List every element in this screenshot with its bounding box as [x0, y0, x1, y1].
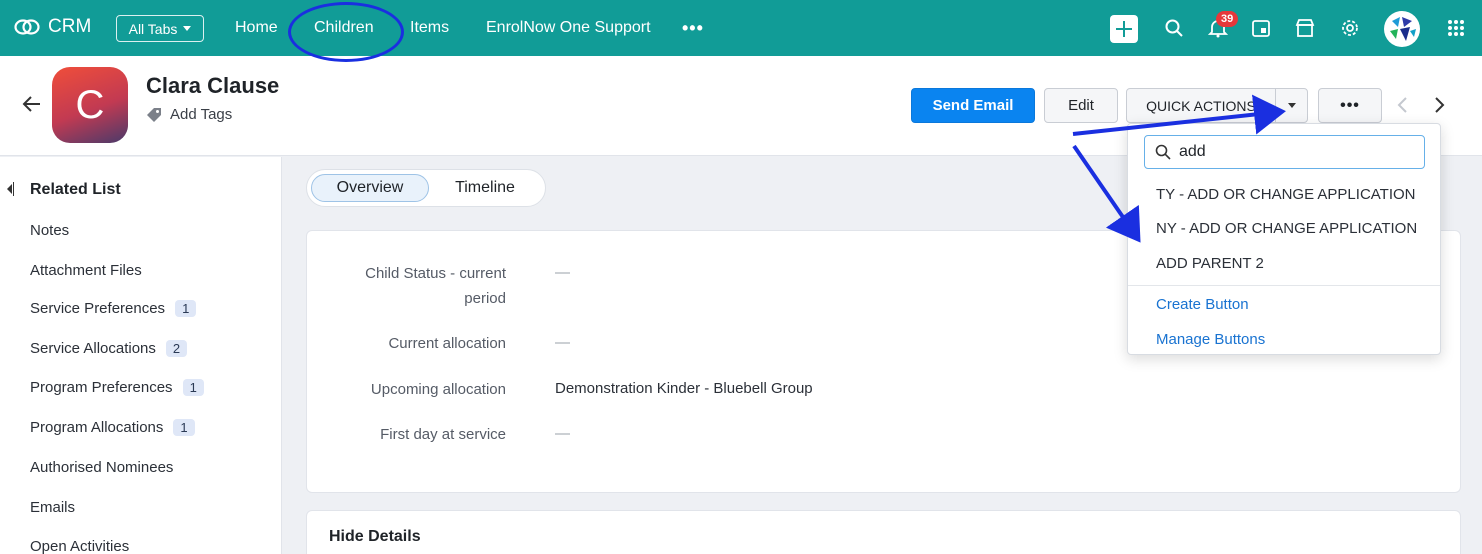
related-list-heading: Related List — [30, 181, 121, 198]
send-email-button[interactable]: Send Email — [911, 88, 1035, 123]
field-value-child-status[interactable]: — — [555, 264, 570, 281]
field-label-child-status: Child Status - current period — [306, 261, 506, 311]
record-avatar: C — [52, 67, 128, 143]
quick-actions-search-input[interactable]: add — [1144, 135, 1425, 169]
quick-actions-menu: add TY - ADD OR CHANGE APPLICATION NY - … — [1127, 123, 1441, 355]
calendar-icon[interactable] — [1247, 14, 1275, 42]
manage-buttons-link[interactable]: Manage Buttons — [1156, 331, 1265, 348]
quick-actions-button[interactable]: QUICK ACTIONS — [1126, 88, 1276, 123]
count-badge: 1 — [175, 300, 197, 317]
collapse-sidebar-icon[interactable] — [6, 181, 14, 197]
menu-item-ny-add-change-application[interactable]: NY - ADD OR CHANGE APPLICATION — [1156, 220, 1417, 237]
sidebar-item-service-allocations[interactable]: Service Allocations 2 — [30, 340, 188, 357]
back-arrow-icon[interactable] — [20, 92, 44, 116]
top-navigation-bar: CRM All Tabs Home Children Items EnrolNo… — [0, 0, 1482, 56]
search-value: add — [1179, 143, 1206, 160]
search-icon — [1155, 144, 1171, 160]
field-label-line: Child Status - current — [365, 265, 506, 282]
annotation-circle — [288, 2, 404, 62]
create-new-button[interactable] — [1110, 15, 1138, 43]
previous-record-icon[interactable] — [1394, 96, 1412, 114]
sidebar-item-label: Program Allocations — [30, 419, 164, 436]
marketplace-icon[interactable] — [1291, 14, 1319, 42]
next-record-icon[interactable] — [1430, 96, 1448, 114]
all-tabs-label: All Tabs — [128, 20, 178, 37]
sidebar-item-label: Open Activities — [30, 538, 130, 554]
view-tabs: Overview Timeline — [306, 169, 546, 207]
sidebar-item-program-allocations[interactable]: Program Allocations 1 — [30, 419, 195, 436]
sidebar-item-open-activities[interactable]: Open Activities — [30, 538, 129, 554]
all-tabs-dropdown[interactable]: All Tabs — [116, 15, 204, 42]
sidebar-item-label: Notes — [30, 222, 70, 239]
sidebar-item-label: Service Preferences — [30, 300, 166, 317]
add-tags-label: Add Tags — [170, 106, 233, 123]
tab-timeline[interactable]: Timeline — [435, 174, 535, 202]
menu-divider — [1128, 285, 1440, 286]
sidebar-item-program-preferences[interactable]: Program Preferences 1 — [30, 379, 204, 396]
hide-details-section: Hide Details — [306, 510, 1461, 554]
sidebar-item-label: Service Allocations — [30, 340, 156, 357]
apps-grid-icon[interactable] — [1442, 14, 1470, 42]
count-badge: 2 — [165, 340, 188, 357]
chevron-down-icon — [1287, 103, 1296, 108]
count-badge: 1 — [182, 379, 204, 396]
sidebar-item-service-preferences[interactable]: Service Preferences 1 — [30, 300, 197, 317]
sidebar-item-label: Attachment Files — [30, 262, 142, 279]
nav-items[interactable]: Items — [410, 19, 449, 37]
tab-overview[interactable]: Overview — [311, 174, 429, 202]
crm-logo[interactable]: CRM — [14, 14, 91, 40]
menu-item-add-parent-2[interactable]: ADD PARENT 2 — [1156, 255, 1264, 272]
nav-enrolnow-support[interactable]: EnrolNow One Support — [486, 19, 651, 37]
field-value-current-allocation[interactable]: — — [555, 334, 570, 351]
quick-actions-dropdown-toggle[interactable] — [1275, 88, 1308, 123]
user-avatar[interactable] — [1384, 11, 1420, 47]
chevron-down-icon — [183, 26, 192, 31]
sidebar-item-label: Emails — [30, 499, 76, 516]
search-icon[interactable] — [1160, 14, 1188, 42]
hide-details-toggle[interactable]: Hide Details — [329, 528, 421, 546]
sidebar-item-attachment-files[interactable]: Attachment Files — [30, 262, 142, 279]
field-label-current-allocation: Current allocation — [388, 335, 506, 352]
notification-count-badge: 39 — [1216, 11, 1239, 27]
sidebar-item-emails[interactable]: Emails — [30, 499, 75, 516]
field-value-upcoming-allocation[interactable]: Demonstration Kinder - Bluebell Group — [555, 380, 813, 397]
count-badge: 1 — [173, 419, 195, 436]
nav-home[interactable]: Home — [235, 19, 278, 37]
brand-name: CRM — [48, 16, 92, 37]
sidebar-item-notes[interactable]: Notes — [30, 222, 69, 239]
gear-icon[interactable] — [1336, 14, 1364, 42]
more-tabs-icon[interactable]: ••• — [682, 18, 704, 39]
field-value-first-day[interactable]: — — [555, 425, 570, 442]
sidebar-item-label: Program Preferences — [30, 379, 173, 396]
tag-icon — [147, 107, 161, 122]
field-label-upcoming-allocation: Upcoming allocation — [370, 381, 506, 398]
related-list-sidebar: Related List Notes Attachment Files Serv… — [0, 157, 282, 554]
add-tags-link[interactable]: Add Tags — [146, 106, 232, 123]
field-label-line: period — [464, 290, 506, 307]
sidebar-item-authorised-nominees[interactable]: Authorised Nominees — [30, 459, 173, 476]
menu-item-ty-add-change-application[interactable]: TY - ADD OR CHANGE APPLICATION — [1156, 186, 1416, 203]
field-label-first-day: First day at service — [380, 426, 506, 443]
sidebar-item-label: Authorised Nominees — [30, 459, 174, 476]
record-name: Clara Clause — [146, 73, 280, 98]
edit-button[interactable]: Edit — [1044, 88, 1118, 123]
create-button-link[interactable]: Create Button — [1156, 296, 1249, 313]
crm-logo-icon — [14, 19, 40, 35]
more-actions-button[interactable]: ••• — [1318, 88, 1382, 123]
